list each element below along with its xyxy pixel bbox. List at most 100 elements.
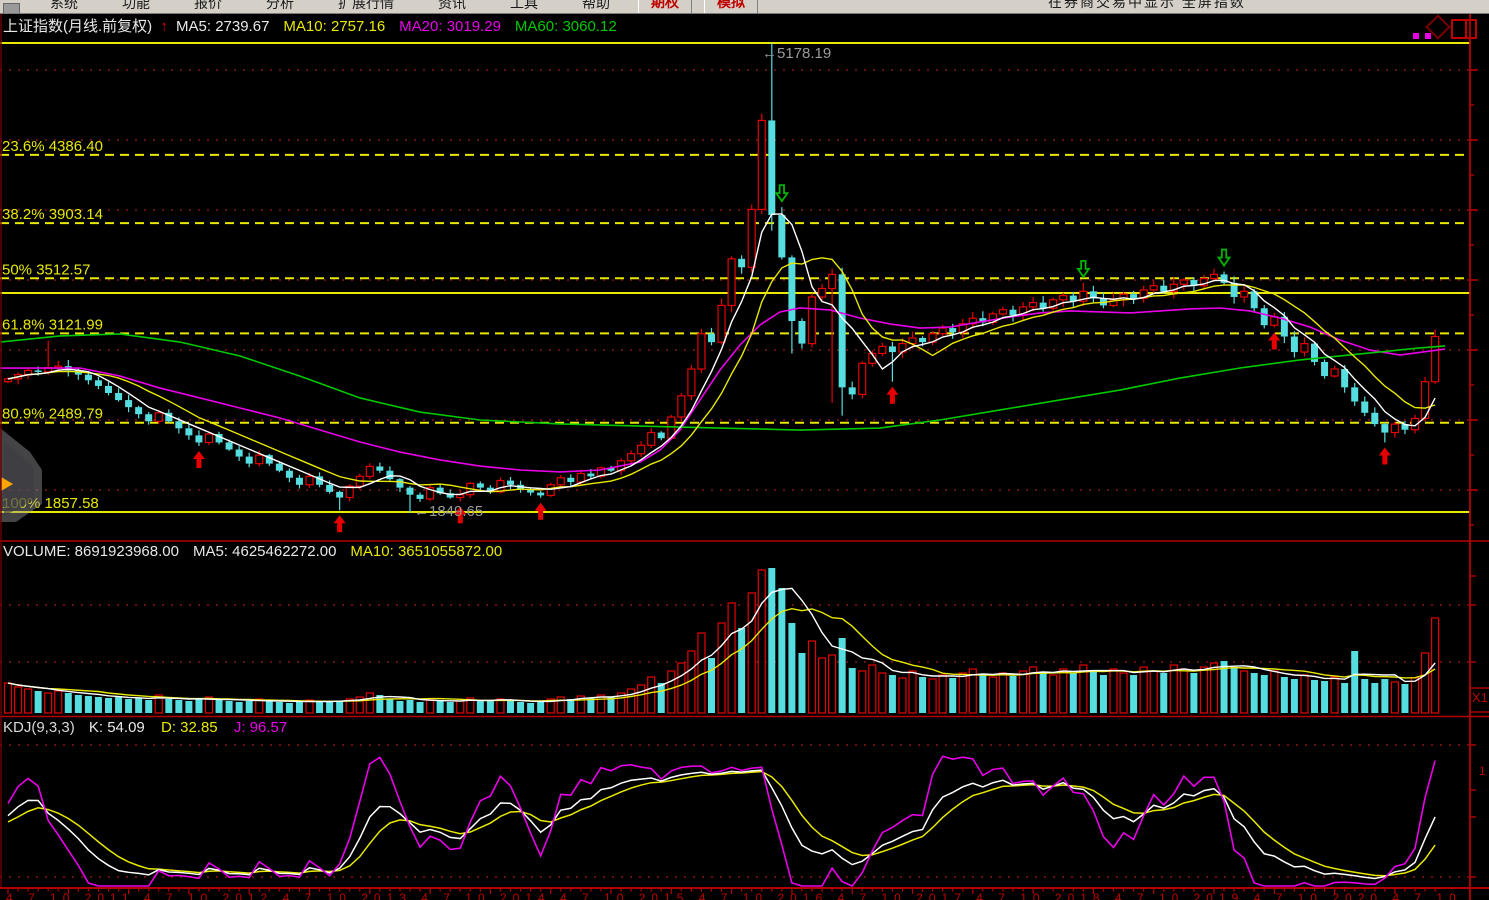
candle-up [1180, 280, 1187, 284]
volume-bar-down [165, 699, 172, 713]
candle-up [809, 297, 816, 344]
candle-up [5, 379, 12, 382]
candle-up [557, 478, 564, 485]
volume-bar-down [919, 677, 926, 713]
volume-bar-down [1040, 673, 1047, 713]
candle-up [728, 259, 735, 306]
volume-bar-down [889, 675, 896, 713]
volume-bar-down [125, 699, 132, 713]
candle-down [1010, 310, 1017, 316]
volume-bar-up [1060, 669, 1067, 713]
candle-down [246, 457, 253, 464]
high-annotation: ←5178.19 [762, 45, 831, 62]
volume-bar-down [35, 691, 42, 713]
candle-down [125, 400, 132, 407]
volume-bar-down [527, 703, 534, 713]
volume-bar-up [909, 671, 916, 713]
volume-bar-down [246, 701, 253, 713]
candle-down [1341, 369, 1348, 387]
volume-bar-down [1281, 677, 1288, 713]
volume-bar-down [105, 698, 112, 713]
candle-up [1331, 369, 1338, 376]
volume-bar-up [668, 671, 675, 713]
fib-level-label: 50% 3512.57 [2, 261, 90, 278]
candle-up [819, 289, 826, 297]
candle-down [708, 334, 715, 342]
candle-down [396, 479, 403, 487]
kdj-label: KDJ(9,3,3) [3, 719, 75, 736]
volume-bar-up [1271, 671, 1278, 713]
candle-down [286, 471, 293, 478]
candle-down [386, 471, 393, 479]
volume-bar-up [1241, 671, 1248, 713]
volume-bar-up [989, 677, 996, 713]
candle-down [849, 387, 856, 394]
volume-bar-down [477, 700, 484, 713]
candle-down [1291, 337, 1298, 353]
candle-up [879, 346, 886, 353]
candle-up [678, 396, 685, 417]
candle-down [296, 478, 303, 485]
candle-up [306, 476, 313, 484]
x-axis-date-labels[interactable]: 4 7 10 2011 4 7 10 2012 4 7 10 2013 4 7 … [6, 891, 1466, 900]
candle-up [1211, 274, 1218, 278]
volume-bar-up [959, 673, 966, 713]
candle-down [768, 120, 775, 215]
sell-signal-arrow-icon [1078, 261, 1089, 277]
candle-down [1261, 308, 1268, 325]
volume-bar-up [45, 693, 52, 713]
candle-down [537, 493, 544, 496]
volume-bar-down [1401, 684, 1408, 713]
volume-bar-down [75, 695, 82, 713]
candle-up [547, 485, 554, 496]
candle-up [577, 474, 584, 482]
buy-signal-arrow-icon [334, 515, 346, 532]
volume-value-label: MA10: 3651055872.00 [350, 543, 502, 560]
candle-down [145, 414, 152, 421]
volume-bar-down [507, 701, 514, 713]
volume-value-label: VOLUME: 8691923968.00 [3, 543, 179, 560]
candle-down [376, 466, 383, 470]
candle-up [748, 209, 755, 267]
volume-bar-down [185, 701, 192, 713]
candle-down [135, 407, 142, 414]
candle-up [648, 433, 655, 446]
candle-down [95, 380, 102, 386]
volume-bar-up [929, 679, 936, 713]
volume-bar-down [979, 675, 986, 713]
sell-signal-arrow-icon [776, 185, 787, 201]
candle-up [939, 328, 946, 334]
candle-up [206, 434, 213, 442]
volume-bar-up [869, 665, 876, 713]
volume-bar-down [788, 623, 795, 713]
volume-bar-down [1010, 676, 1017, 713]
ma-line [8, 770, 1435, 878]
volume-bar-up [1211, 663, 1218, 713]
volume-bar-down [316, 701, 323, 713]
volume-bar-down [1361, 679, 1368, 713]
volume-bar-up [628, 689, 635, 713]
fib-level-label: 38.2% 3903.14 [2, 206, 103, 223]
chart-canvas[interactable]: 23.6% 4386.4038.2% 3903.1450% 3512.5761.… [0, 0, 1489, 900]
volume-bar-down [537, 702, 544, 713]
volume-bar-up [1110, 669, 1117, 713]
volume-bar-down [276, 702, 283, 713]
candle-down [407, 488, 414, 495]
volume-bar-down [286, 703, 293, 713]
kdj-scale-label: 1 [1479, 764, 1486, 778]
candle-up [366, 466, 373, 476]
candle-down [1371, 413, 1378, 424]
volume-bar-up [819, 658, 826, 713]
fib-level-label: 80.9% 2489.79 [2, 406, 103, 423]
candle-up [859, 363, 866, 394]
volume-bar-up [15, 687, 22, 713]
volume-bar-down [949, 678, 956, 713]
candle-down [1381, 424, 1388, 432]
candle-up [256, 455, 263, 463]
volume-bar-up [1200, 667, 1207, 713]
volume-bar-up [999, 673, 1006, 713]
app-window: 系统功能报价分析扩展行情资讯工具帮助期权模拟 在券商交易中显示 全屏指数 上证指… [0, 0, 1489, 900]
volume-bar-up [829, 655, 836, 713]
volume-bar-up [1020, 671, 1027, 713]
volume-bar-down [145, 700, 152, 713]
